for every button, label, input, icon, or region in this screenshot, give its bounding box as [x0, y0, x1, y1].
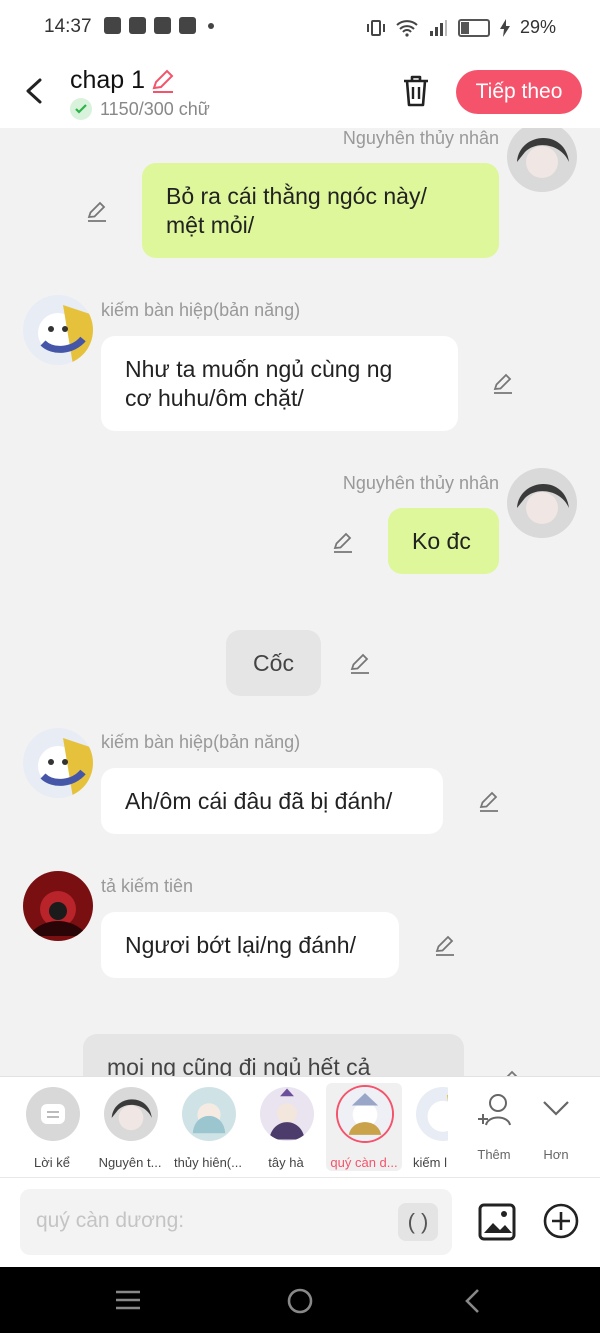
- editor-header: chap 1 1150/300 chữ Tiếp theo: [0, 58, 600, 128]
- action-paren-button[interactable]: ( ): [398, 1203, 438, 1241]
- character-narrator[interactable]: Lời kể: [14, 1083, 90, 1171]
- trash-icon[interactable]: [400, 74, 432, 108]
- narration-bubble[interactable]: moi ng cũng đi ngủ hết cả: [83, 1034, 464, 1076]
- avatar[interactable]: [507, 468, 577, 538]
- capcut-icon: [154, 17, 171, 34]
- battery-level: [460, 21, 469, 34]
- expand-button[interactable]: Hơn: [518, 1083, 594, 1171]
- avatar[interactable]: [23, 728, 93, 798]
- system-icons: 29%: [366, 17, 556, 38]
- message-bubble[interactable]: Ngươi bớt lại/ng đánh/: [101, 912, 399, 978]
- chapter-title[interactable]: chap 1: [70, 66, 145, 95]
- character-label: Nguyên t...: [98, 1155, 162, 1170]
- home-icon[interactable]: [286, 1287, 314, 1315]
- speaker-name: Nguyhên thủy nhân: [342, 473, 499, 493]
- character-chip-selected[interactable]: quý càn d...: [326, 1083, 402, 1171]
- avatar[interactable]: [507, 128, 577, 192]
- back-button[interactable]: [20, 74, 50, 108]
- message-bubble[interactable]: Bỏ ra cái thằng ngóc này/ mệt mỏi/: [142, 163, 499, 258]
- back-nav-icon[interactable]: [462, 1287, 482, 1315]
- edit-message-icon[interactable]: [85, 199, 109, 223]
- character-chip[interactable]: thủy hiên(...: [170, 1083, 246, 1171]
- narrator-icon: [26, 1087, 80, 1141]
- speaker-name: Nguyhên thủy nhân: [342, 128, 499, 148]
- avatar[interactable]: [23, 871, 93, 941]
- character-chip[interactable]: kiếm l: [404, 1083, 448, 1171]
- message-input[interactable]: quý càn dương: ( ): [20, 1189, 452, 1255]
- next-button[interactable]: Tiếp theo: [456, 70, 582, 114]
- status-time: 14:37: [44, 16, 92, 37]
- character-chip[interactable]: tây hà: [248, 1083, 324, 1171]
- battery-percent: 29%: [519, 17, 556, 37]
- character-label: thủy hiên(...: [174, 1155, 242, 1170]
- edit-message-icon[interactable]: [491, 371, 515, 395]
- composer: quý càn dương: ( ): [0, 1177, 600, 1268]
- speaker-name: tả kiếm tiên: [101, 876, 194, 896]
- recent-apps-icon[interactable]: [114, 1289, 142, 1311]
- message-bubble[interactable]: Ah/ôm cái đâu đã bị đánh/: [101, 768, 443, 834]
- word-count-text: 1150/300 chữ: [100, 98, 210, 119]
- edit-message-icon[interactable]: [348, 651, 372, 675]
- word-count: 1150/300 chữ: [70, 98, 210, 120]
- check-icon: [70, 98, 92, 120]
- messenger-icon: [104, 17, 121, 34]
- edit-message-icon[interactable]: [477, 789, 501, 813]
- character-avatar: [416, 1087, 448, 1141]
- status-bar: 14:37 29%: [0, 0, 600, 58]
- character-avatar: [338, 1087, 392, 1141]
- message-bubble[interactable]: Ko đc: [388, 508, 499, 574]
- character-label: quý càn d...: [330, 1155, 398, 1170]
- edit-message-icon[interactable]: [497, 1068, 521, 1076]
- facebook-icon: [129, 17, 146, 34]
- vibrate-icon: [366, 19, 385, 36]
- expand-label: Hơn: [543, 1147, 569, 1162]
- character-selector: Lời kể Nguyên t... thủy hiên(... tây hà …: [0, 1076, 600, 1177]
- system-nav-bar: [0, 1267, 600, 1333]
- character-label: Lời kể: [34, 1155, 70, 1170]
- character-chip[interactable]: Nguyên t...: [92, 1083, 168, 1171]
- speaker-name: kiếm bàn hiệp(bản năng): [101, 300, 301, 320]
- character-avatar: [260, 1087, 314, 1141]
- wifi-icon: [396, 19, 418, 37]
- input-placeholder: quý càn dương:: [36, 1209, 185, 1232]
- edit-title-icon[interactable]: [150, 68, 176, 94]
- charging-icon: [499, 18, 510, 37]
- add-person-icon: [478, 1094, 511, 1126]
- character-avatar: [182, 1087, 236, 1141]
- edit-message-icon[interactable]: [331, 530, 355, 554]
- youtube-icon: [179, 17, 196, 34]
- edit-message-icon[interactable]: [433, 933, 457, 957]
- battery-icon: [457, 18, 490, 37]
- add-icon[interactable]: [543, 1203, 579, 1239]
- character-label: tây hà: [268, 1155, 304, 1170]
- chevron-down-icon: [543, 1101, 569, 1116]
- chat-area: Nguyhên thủy nhân Bỏ ra cái thằng ngóc n…: [0, 128, 600, 1076]
- more-notifications-icon: [208, 22, 214, 29]
- speaker-name: kiếm bàn hiệp(bản năng): [101, 732, 301, 752]
- message-bubble[interactable]: Như ta muốn ngủ cùng ng cơ huhu/ôm chặt/: [101, 336, 458, 431]
- notification-icons: [104, 17, 214, 34]
- narration-bubble[interactable]: Cốc: [226, 630, 321, 696]
- image-icon[interactable]: [478, 1203, 516, 1241]
- character-avatar: [104, 1087, 158, 1141]
- signal-icon: [429, 19, 447, 36]
- avatar[interactable]: [23, 295, 93, 365]
- character-label: kiếm l: [413, 1155, 447, 1170]
